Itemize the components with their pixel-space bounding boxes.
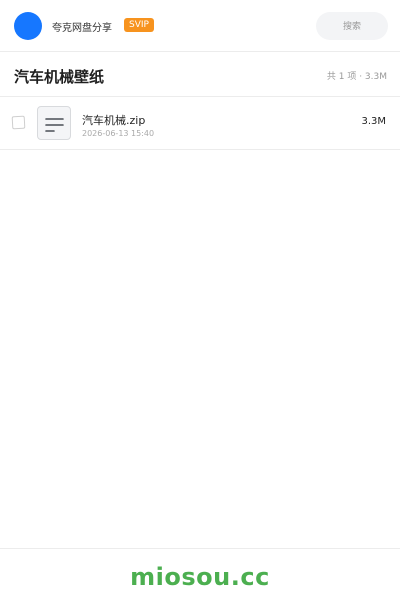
- search-button[interactable]: 搜索: [316, 12, 388, 40]
- header: 夸克网盘分享 SVIP 搜索: [0, 0, 400, 52]
- title-row: 汽车机械壁纸 共 1 项 · 3.3M: [0, 52, 400, 97]
- app-name: 夸克网盘分享: [52, 23, 112, 34]
- file-checkbox[interactable]: [11, 115, 26, 130]
- share-summary: 共 1 项 · 3.3M: [326, 72, 387, 82]
- footer: miosou.cc: [0, 548, 400, 600]
- page-title: 汽车机械壁纸: [14, 68, 105, 86]
- file-name[interactable]: 汽车机械.zip: [82, 112, 145, 128]
- share-page: 夸克网盘分享 SVIP 搜索 汽车机械壁纸 共 1 项 · 3.3M 汽车机械.…: [0, 0, 400, 600]
- avatar[interactable]: [14, 12, 42, 40]
- zip-file-icon: [37, 106, 71, 140]
- file-date: 2026-06-13 15:40: [82, 129, 155, 138]
- svip-badge: SVIP: [124, 18, 154, 32]
- file-size: 3.3M: [361, 116, 386, 127]
- footer-logo[interactable]: miosou.cc: [0, 563, 400, 591]
- file-row[interactable]: 汽车机械.zip 2026-06-13 15:40 3.3M: [0, 97, 400, 150]
